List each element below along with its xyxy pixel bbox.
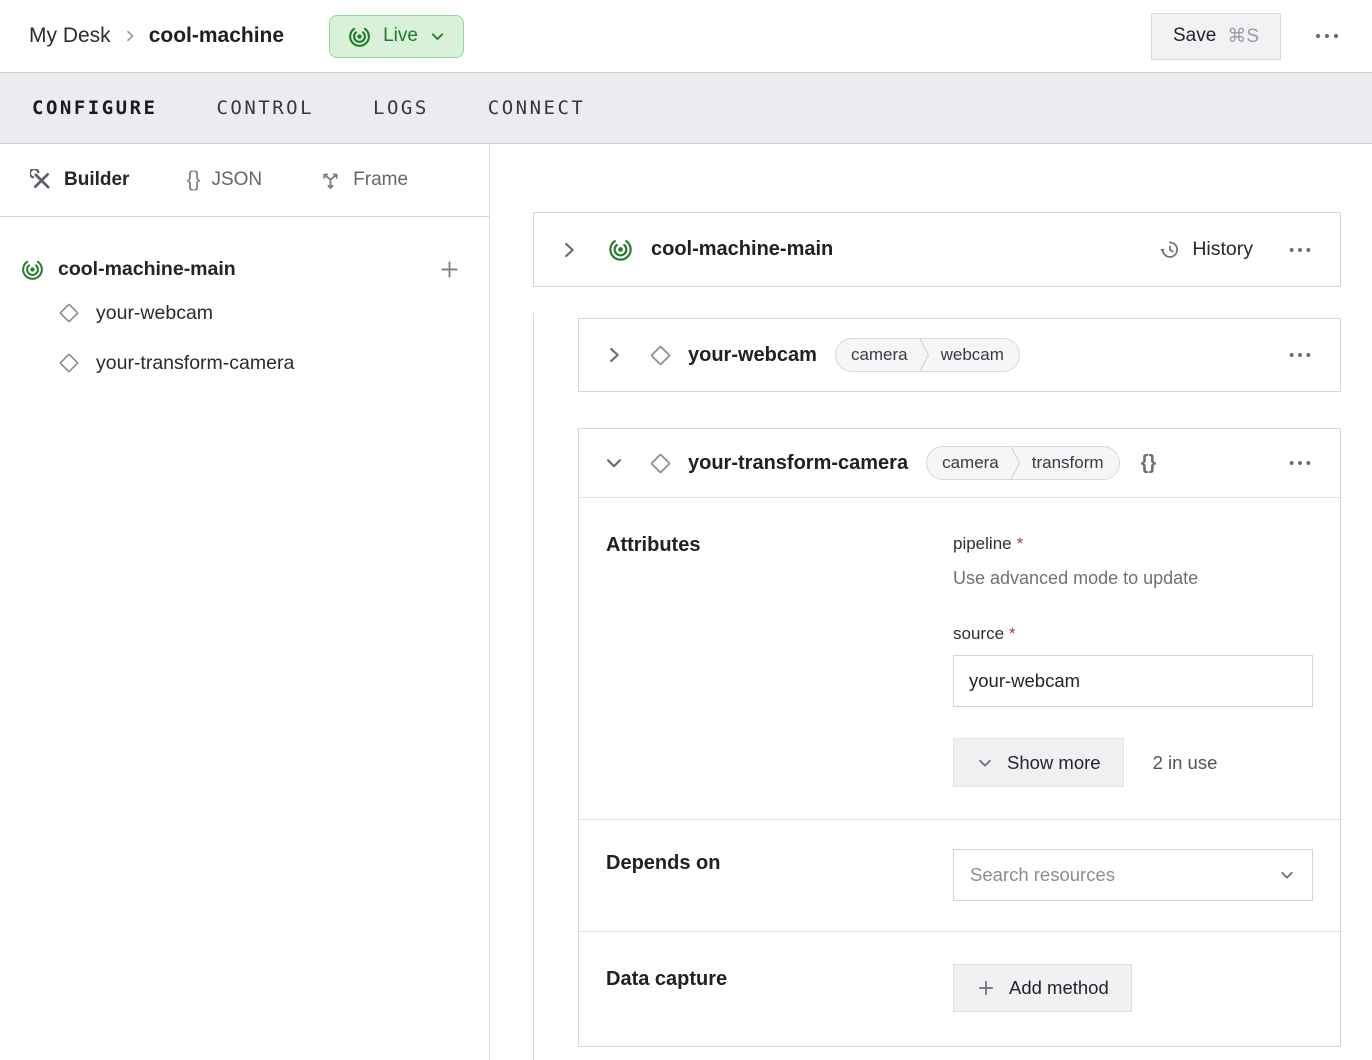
data-capture-heading: Data capture	[606, 964, 953, 1012]
config-sidebar: Builder {} JSON Frame	[0, 144, 490, 1060]
part-card-title: cool-machine-main	[651, 238, 833, 261]
live-label: Live	[383, 25, 418, 47]
topbar: My Desk cool-machine Live Save ⌘S	[0, 0, 1372, 72]
tree-item-label: cool-machine-main	[58, 258, 236, 281]
part-card-cool-machine-main: cool-machine-main History	[533, 212, 1341, 287]
mode-tab-label: JSON	[211, 169, 262, 191]
tab-control[interactable]: CONTROL	[216, 97, 314, 119]
depends-on-section: Depends on Search resources	[579, 819, 1340, 931]
badge-model: transform	[1021, 447, 1119, 479]
source-field-label: source*	[953, 624, 1313, 644]
tab-configure[interactable]: CONFIGURE	[32, 97, 157, 119]
pipeline-note: Use advanced mode to update	[953, 568, 1313, 589]
attributes-section: Attributes pipeline* Use advanced mode t…	[579, 498, 1340, 819]
resource-type-badge: camera webcam	[835, 338, 1020, 372]
component-diamond-icon	[648, 343, 673, 368]
breadcrumb-parent[interactable]: My Desk	[29, 24, 111, 48]
save-label: Save	[1173, 25, 1216, 47]
ellipsis-icon	[1288, 351, 1312, 359]
component-diamond-icon	[57, 351, 81, 375]
save-button[interactable]: Save ⌘S	[1151, 13, 1281, 60]
depends-on-placeholder: Search resources	[970, 864, 1115, 886]
required-marker: *	[1009, 624, 1016, 643]
resource-tree: cool-machine-main your-webcam	[0, 217, 489, 388]
source-input[interactable]	[953, 655, 1313, 707]
history-clock-icon	[1158, 238, 1181, 261]
badge-api: camera	[927, 447, 1010, 479]
expand-chevron-right-icon[interactable]	[554, 235, 584, 265]
builder-panel: cool-machine-main History	[490, 144, 1372, 1060]
data-capture-section: Data capture Add method	[579, 931, 1340, 1046]
tree-item-your-webcam[interactable]: your-webcam	[0, 288, 489, 338]
main-tabbar: CONFIGURE CONTROL LOGS CONNECT	[0, 72, 1372, 144]
ellipsis-icon	[1288, 246, 1312, 254]
show-more-label: Show more	[1007, 752, 1101, 774]
component-diamond-icon	[648, 451, 673, 476]
attributes-heading: Attributes	[606, 534, 953, 787]
badge-divider-icon	[919, 338, 930, 372]
tab-logs[interactable]: LOGS	[373, 97, 429, 119]
resource-card-header: your-transform-camera camera transform {…	[579, 429, 1340, 498]
chevron-down-icon	[429, 28, 446, 45]
broadcast-icon	[20, 257, 45, 282]
more-options-button[interactable]	[1308, 26, 1346, 46]
tab-connect[interactable]: CONNECT	[488, 97, 586, 119]
chevron-down-icon	[976, 754, 994, 772]
attributes-fields: pipeline* Use advanced mode to update so…	[953, 534, 1313, 787]
resource-menu-button[interactable]	[1282, 345, 1318, 365]
collapse-chevron-down-icon[interactable]	[599, 448, 629, 478]
save-shortcut: ⌘S	[1227, 25, 1259, 48]
expand-chevron-right-icon[interactable]	[599, 340, 629, 370]
depends-on-heading: Depends on	[606, 849, 953, 901]
broadcast-icon	[347, 24, 372, 49]
topbar-actions: Save ⌘S	[1151, 13, 1346, 60]
resource-card-title: your-webcam	[688, 344, 817, 367]
add-resource-button[interactable]	[438, 258, 461, 281]
frame-axes-icon	[319, 169, 342, 192]
required-marker: *	[1017, 534, 1024, 553]
mode-tab-json[interactable]: {} JSON	[186, 168, 262, 192]
sidebar-mode-tabs: Builder {} JSON Frame	[0, 144, 489, 217]
breadcrumb-current: cool-machine	[149, 24, 284, 48]
resource-menu-button[interactable]	[1282, 453, 1318, 473]
ellipsis-icon	[1314, 32, 1340, 40]
history-button[interactable]: History	[1158, 238, 1253, 261]
depends-on-select[interactable]: Search resources	[953, 849, 1313, 901]
tree-item-label: your-webcam	[96, 302, 213, 325]
badge-api: camera	[836, 339, 919, 371]
in-use-count: 2 in use	[1153, 752, 1218, 774]
breadcrumb-separator-icon	[122, 28, 138, 44]
ellipsis-icon	[1288, 459, 1312, 467]
mode-tab-builder[interactable]: Builder	[30, 169, 129, 192]
add-method-label: Add method	[1009, 977, 1109, 999]
history-label: History	[1192, 238, 1253, 261]
show-more-button[interactable]: Show more	[953, 738, 1124, 787]
badge-model: webcam	[930, 339, 1019, 371]
machine-config-page: My Desk cool-machine Live Save ⌘S	[0, 0, 1372, 1060]
mode-tab-label: Builder	[64, 169, 129, 191]
plus-icon	[976, 978, 996, 998]
live-status-dropdown[interactable]: Live	[329, 15, 464, 58]
chevron-down-icon	[1278, 866, 1296, 884]
mode-tab-frame[interactable]: Frame	[319, 169, 408, 192]
add-method-button[interactable]: Add method	[953, 964, 1132, 1012]
tree-item-label: your-transform-camera	[96, 352, 294, 375]
resource-type-badge: camera transform	[926, 446, 1119, 480]
component-diamond-icon	[57, 301, 81, 325]
braces-icon: {}	[186, 168, 200, 192]
pipeline-field-label: pipeline*	[953, 534, 1313, 554]
tools-icon	[30, 169, 53, 192]
tree-item-your-transform-camera[interactable]: your-transform-camera	[0, 338, 489, 388]
mode-tab-label: Frame	[353, 169, 408, 191]
resource-card-your-transform-camera: your-transform-camera camera transform {…	[578, 428, 1341, 1047]
broadcast-icon	[607, 236, 634, 263]
nesting-guide-line	[533, 313, 534, 1060]
tree-item-machine-part[interactable]: cool-machine-main	[0, 250, 489, 288]
advanced-json-toggle[interactable]: {}	[1141, 452, 1157, 475]
plus-icon	[438, 258, 461, 281]
resource-card-title: your-transform-camera	[688, 452, 908, 475]
badge-divider-icon	[1010, 446, 1021, 480]
resource-card-your-webcam: your-webcam camera webcam	[578, 318, 1341, 392]
part-menu-button[interactable]	[1282, 240, 1318, 260]
